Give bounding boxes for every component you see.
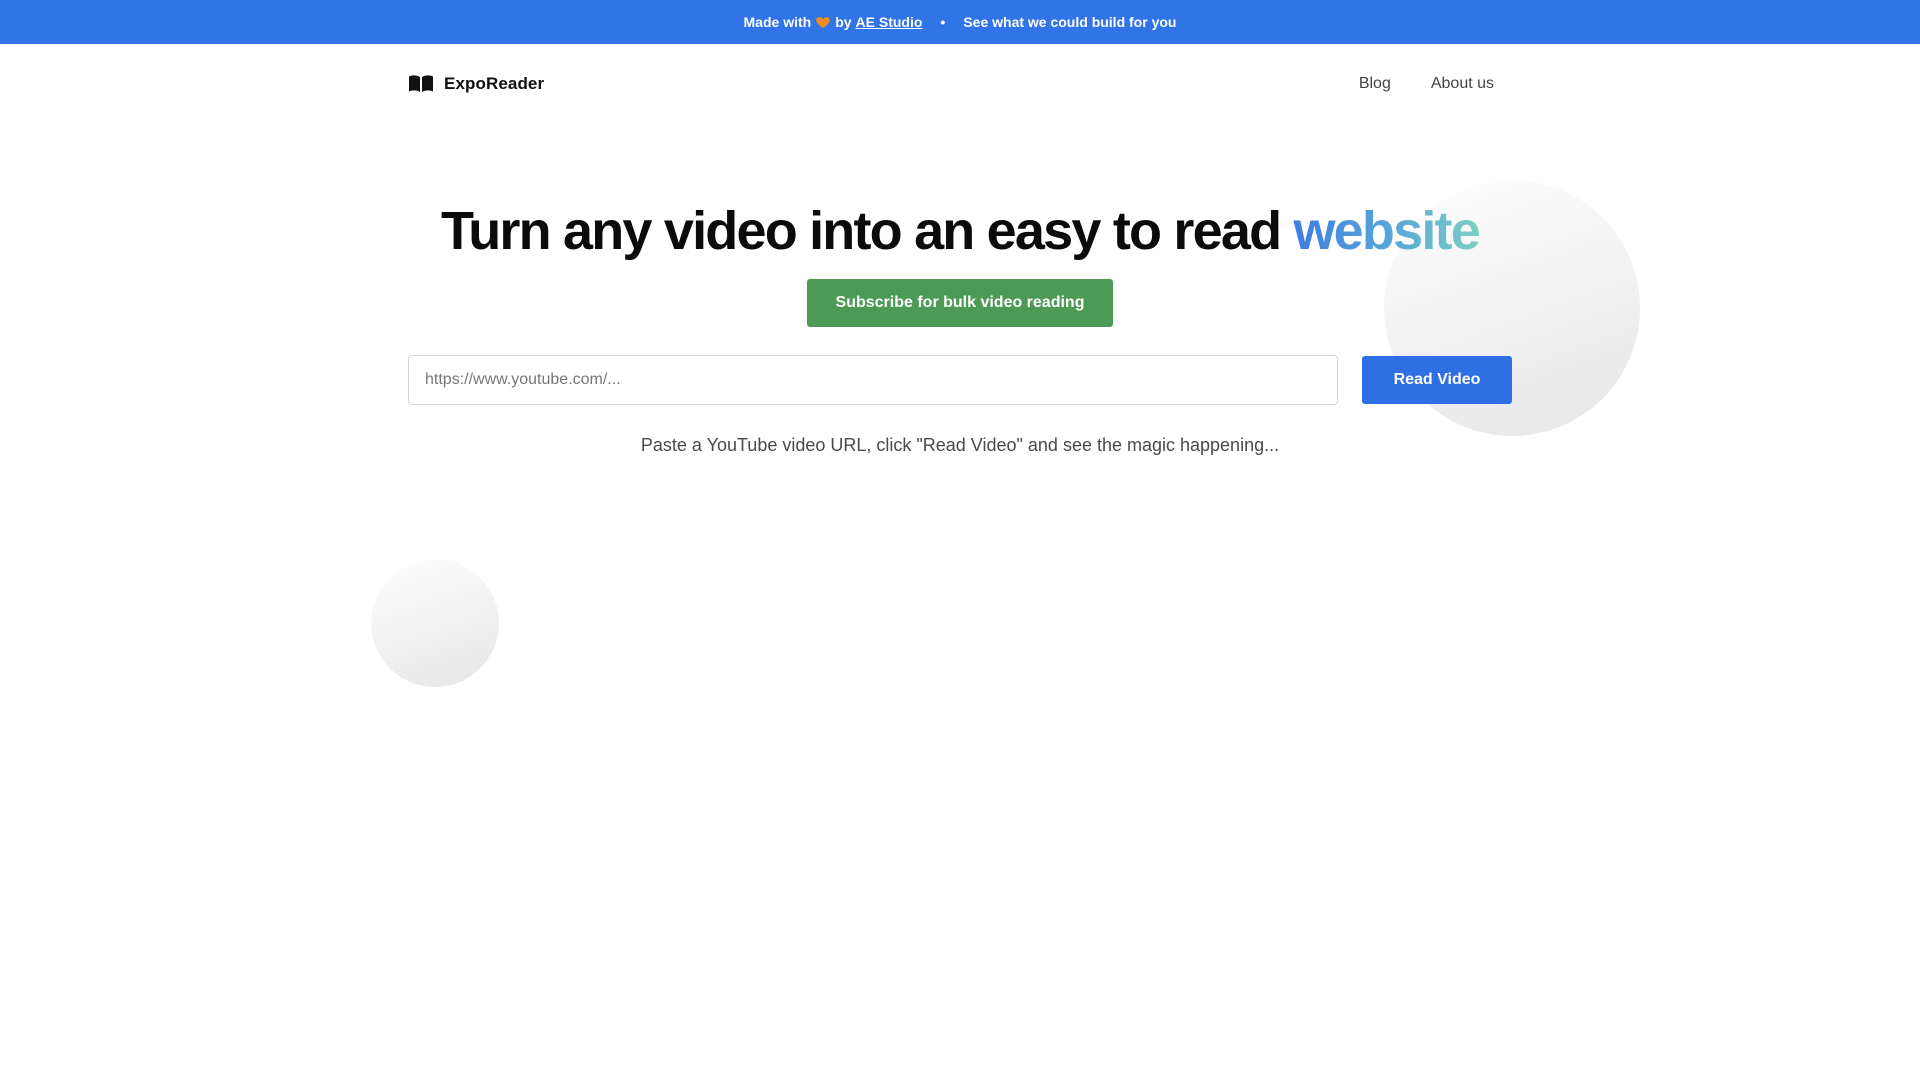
headline-main-text: Turn any video into an easy to read — [441, 201, 1282, 261]
banner-separator: • — [940, 14, 946, 30]
decorative-circle-small — [371, 559, 499, 687]
brand-logo-link[interactable]: ExpoReader — [408, 74, 544, 94]
nav-links: Blog About us — [1359, 75, 1494, 93]
open-book-icon — [409, 75, 433, 92]
orange-heart-icon — [816, 17, 830, 28]
instruction-hint: Paste a YouTube video URL, click "Read V… — [640, 435, 1280, 455]
banner-made-with: Made with — [743, 14, 812, 30]
hero-headline: Turn any video into an easy to read webs… — [0, 200, 1920, 262]
promo-banner: Made with by AE Studio • See what we cou… — [0, 0, 1920, 44]
nav-link-blog[interactable]: Blog — [1359, 75, 1391, 93]
banner-cta-link[interactable]: See what we could build for you — [963, 14, 1176, 30]
read-video-button[interactable]: Read Video — [1362, 356, 1512, 404]
headline-accent-text: website — [1293, 201, 1480, 261]
ae-studio-link[interactable]: AE Studio — [856, 14, 923, 30]
main-navigation: ExpoReader Blog About us — [408, 44, 1494, 124]
banner-by: by — [835, 14, 852, 30]
brand-name: ExpoReader — [444, 74, 545, 93]
youtube-url-input[interactable] — [408, 355, 1338, 405]
nav-link-about-us[interactable]: About us — [1431, 75, 1494, 93]
subscribe-bulk-button[interactable]: Subscribe for bulk video reading — [807, 279, 1113, 327]
